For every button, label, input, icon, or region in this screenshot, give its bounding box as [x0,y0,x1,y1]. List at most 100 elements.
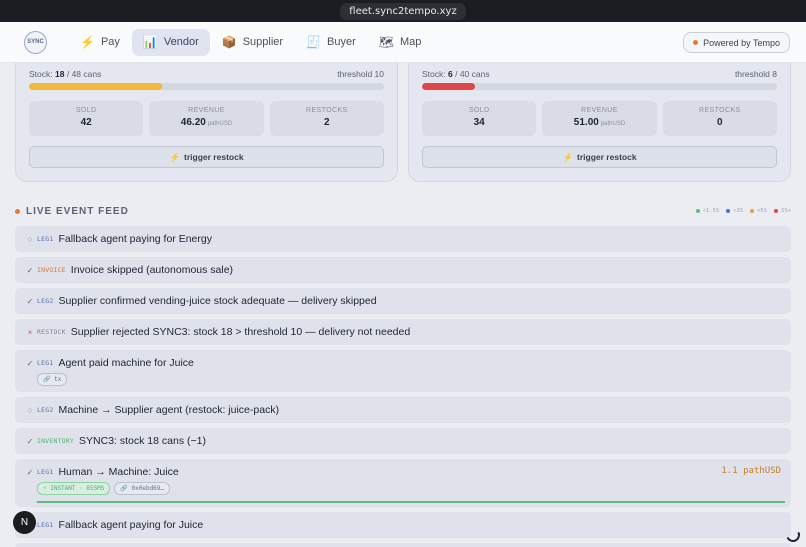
latency-legend: <1.5S <3S <5S 5S+ [695,208,791,214]
event-row[interactable]: ○ LEG2 Machine → Supplier agent (restock: … [15,397,791,423]
stock-bar-fill [29,83,163,90]
stats-row: SOLD 42 REVENUE 46.20 pathUSD RESTOCKS 2 [29,101,384,136]
event-line: ○ LEG1 Fallback agent paying for Energy [23,226,791,252]
revenue-amount: 46.20 [180,117,206,128]
tab-map[interactable]: 🗺 Map [368,29,433,56]
stat-value: 34 [473,117,485,128]
stat-value: 2 [324,117,330,128]
check-icon: ✓ [26,296,34,306]
revenue-unit: pathUSD [207,121,233,127]
lightning-icon: ⚡ [562,151,574,162]
event-line: LEG1 Fallback agent paying for Juice [23,512,791,538]
stat-label: SOLD [468,107,490,114]
legend-dot-icon [750,209,755,213]
event-row[interactable]: ✓ INVOICE Invoice skipped (autonomous sale… [15,257,791,283]
tab-supplier[interactable]: 📦 Supplier [211,29,294,56]
event-tag: LEG1 [37,468,54,476]
stat-label: REVENUE [188,107,225,114]
event-row[interactable]: LEG1 Fallback agent paying for Juice [15,512,791,538]
stock-label: Stock: [29,69,53,79]
event-message: Invoice skipped (autonomous sale) [70,264,234,276]
tab-label: Supplier [242,36,284,48]
machine-cards: Stock: 18 / 48 cans threshold 10 SOLD 42 … [15,48,791,182]
check-icon: ✓ [26,467,34,477]
trigger-restock-button[interactable]: ⚡ trigger restock [422,146,777,168]
threshold-label: threshold 8 [734,69,777,79]
stat-label: RESTOCKS [699,107,741,114]
legend-item: <5S [750,208,767,214]
trigger-restock-button[interactable]: ⚡ trigger restock [29,146,384,168]
live-dot-icon [15,208,20,214]
event-chips: 🔗 tx [23,373,791,392]
stat-value: 46.20 pathUSD [149,117,263,128]
stock-count: 18 [55,69,65,79]
event-row[interactable]: ✓ LEG1 Human → Machine: Juice 1.1 pathUSD ⚡ … [15,459,791,507]
event-chips: ⚡ INSTANT · 855MS 🔗 0x0ebd69… [23,482,791,501]
legend-label: <3S [733,208,744,214]
event-tag: INVENTORY [37,437,75,445]
stock-summary: Stock: 6 / 40 cans [422,69,490,79]
event-feed: ○ LEG1 Fallback agent paying for Energy ✓ IN… [15,226,791,547]
event-row[interactable]: ○ LEG1 Fallback agent paying for Energy [15,226,791,252]
package-icon: 📦 [221,35,237,49]
tab-pay[interactable]: ⚡ Pay [69,29,131,56]
stock-label: Stock: [422,69,446,79]
tab-vendor[interactable]: 📊 Vendor [131,28,210,56]
avatar[interactable]: N [13,511,36,534]
event-message: Fallback agent paying for Juice [58,519,204,531]
stat-value: 51.00 pathUSD [542,117,656,128]
button-label: trigger restock [184,152,244,162]
stock-unit: cans [83,69,102,79]
threshold-label: threshold 10 [337,69,384,79]
event-row[interactable]: ✓ INVENTORY SYNC3: stock 18 cans (−1) [15,428,791,454]
restocks-stat: RESTOCKS 0 [662,101,777,136]
event-row[interactable]: ✓ LEG2 Supplier confirmed vending-juice st… [15,288,791,314]
stat-label: REVENUE [581,107,618,114]
top-navbar: SYNC ⚡ Pay 📊 Vendor 📦 Supplier 🧾 Buyer 🗺 Map … [0,22,806,63]
event-line: RESTOCKSupplier rejected SYNC3: stock 19… [23,543,791,547]
pending-circle-icon: ○ [27,405,33,415]
event-tag: INVOICE [37,266,66,274]
tab-label: Pay [100,36,120,48]
machine-card: Stock: 18 / 48 cans threshold 10 SOLD 42 … [15,48,398,182]
url-bar[interactable]: fleet.sync2tempo.xyz [340,2,466,20]
stat-value: 0 [717,117,723,128]
chart-icon: 📊 [142,35,158,49]
event-amount: 1.1 pathUSD [721,466,781,476]
powered-by-label: Powered by Tempo [703,37,780,48]
tab-label: Vendor [163,36,199,48]
check-icon: ✓ [26,358,34,368]
tab-buyer[interactable]: 🧾 Buyer [295,29,367,56]
event-tag: LEG1 [37,521,54,529]
event-tag: LEG2 [37,406,54,414]
event-message: Fallback agent paying for Energy [58,233,212,245]
lightning-icon: ⚡ [169,151,181,162]
tab-label: Buyer [327,36,356,48]
app-logo[interactable]: SYNC [24,30,47,54]
revenue-amount: 51.00 [573,117,599,128]
legend-dot-icon [695,209,700,213]
legend-item: <3S [726,208,743,214]
event-message: Agent paid machine for Juice [58,357,194,369]
event-message: Human → Machine: Juice [58,466,179,478]
legend-item: <1.5S [695,208,719,214]
stock-summary: Stock: 18 / 48 cans [29,69,102,79]
stat-label: RESTOCKS [306,107,348,114]
check-icon: ✓ [26,265,34,275]
map-icon: 🗺 [378,35,394,49]
machine-card: Stock: 6 / 40 cans threshold 8 SOLD 34 RE… [408,48,791,182]
event-tag: LEG1 [37,235,54,243]
powered-by-badge[interactable]: Powered by Tempo [683,32,790,53]
status-dot-icon [693,40,699,45]
event-tag: LEG2 [37,297,54,305]
tx-link-chip[interactable]: 🔗 0x0ebd69… [114,482,171,495]
stock-count: 6 [448,69,453,79]
event-row[interactable]: RESTOCKSupplier rejected SYNC3: stock 19… [15,543,791,547]
event-row[interactable]: ✓ LEG1 Agent paid machine for Juice 🔗 tx [15,350,791,392]
event-row[interactable]: × RESTOCK Supplier rejected SYNC3: stock 1… [15,319,791,345]
event-message: Machine → Supplier agent (restock: juice… [58,404,280,416]
event-message: Supplier rejected SYNC3: stock 18 > thre… [70,326,411,338]
tx-link-chip[interactable]: 🔗 tx [37,373,68,386]
stock-row: Stock: 18 / 48 cans threshold 10 [29,69,384,79]
feed-title: LIVE EVENT FEED [26,205,129,217]
